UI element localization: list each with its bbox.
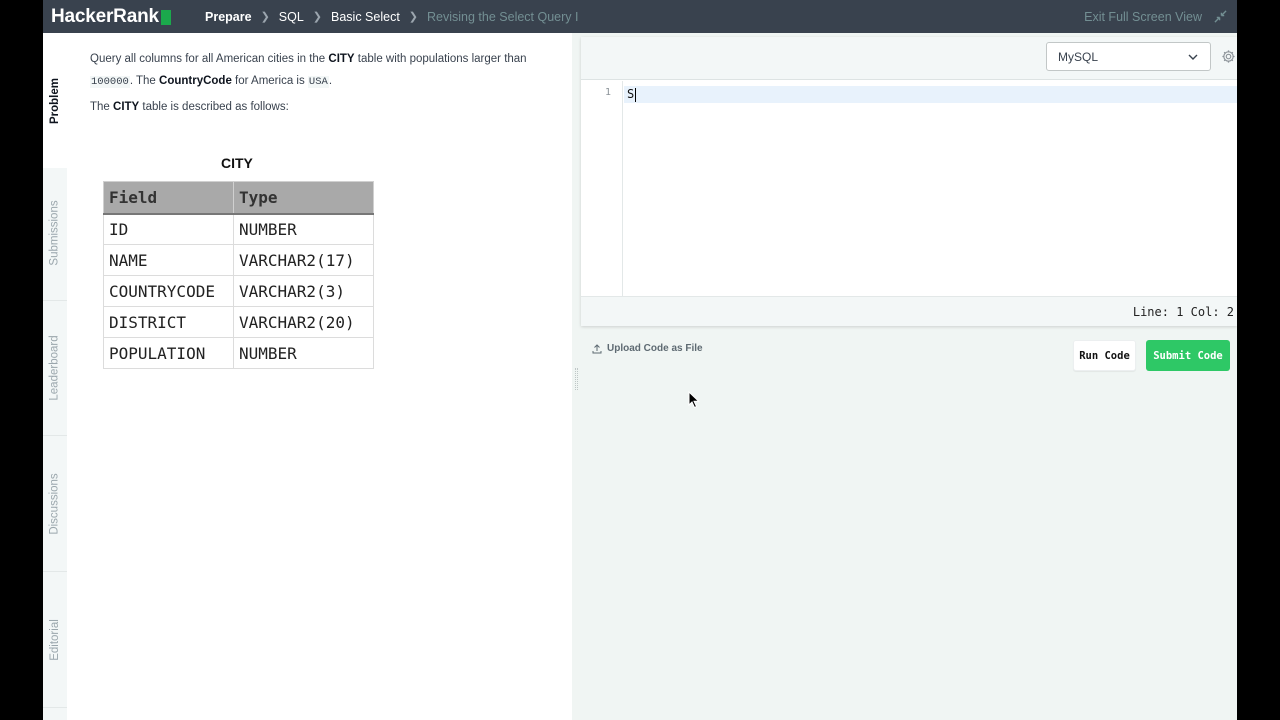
type-cell: VARCHAR2(17): [233, 244, 374, 276]
tab-label: Leaderboard: [49, 335, 62, 401]
type-cell: NUMBER: [233, 337, 374, 369]
tab-discussions[interactable]: Discussions: [43, 437, 67, 572]
breadcrumb-prepare[interactable]: Prepare: [205, 10, 252, 24]
logo-text: HackerRank: [51, 6, 159, 27]
language-value: MySQL: [1058, 49, 1099, 64]
upload-label: Upload Code as File: [607, 343, 703, 354]
field-cell: DISTRICT: [103, 306, 234, 338]
mouse-pointer-icon: [688, 391, 700, 409]
breadcrumb: Prepare ❯ SQL ❯ Basic Select ❯ Revising …: [205, 0, 578, 33]
line-number: 1: [604, 87, 611, 98]
field-cell: NAME: [103, 244, 234, 276]
code-area[interactable]: 1 S: [581, 81, 1237, 296]
tab-label: Discussions: [49, 473, 62, 535]
chevron-down-icon: [1188, 54, 1198, 60]
code-line[interactable]: S: [627, 86, 637, 103]
language-select[interactable]: MySQL: [1046, 42, 1211, 71]
code-editor-panel: MySQL 1 S Line: 1 Col: 2: [581, 37, 1237, 326]
city-schema-table: Field Type ID NUMBER NAME VARCHAR2(17) COU…: [103, 181, 374, 369]
type-cell: NUMBER: [233, 213, 374, 245]
problem-description: Query all columns for all American citie…: [90, 53, 527, 88]
tab-label: Submissions: [49, 200, 62, 266]
pane-resize-handle[interactable]: [575, 368, 578, 390]
vertical-tabs: Problem Submissions Leaderboard Discussi…: [43, 33, 67, 720]
hackerrank-logo[interactable]: HackerRank: [51, 6, 171, 28]
table-title: CITY: [221, 155, 253, 171]
breadcrumb-sql[interactable]: SQL: [279, 10, 304, 24]
cursor-position: Line: 1 Col: 2: [1132, 305, 1234, 319]
active-line-highlight: [624, 86, 1237, 103]
tab-label: Editorial: [49, 619, 61, 661]
code-pane: MySQL 1 S Line: 1 Col: 2 Upload Code as …: [572, 33, 1237, 720]
table-intro: The CITY table is described as follows:: [90, 101, 289, 113]
chevron-right-icon: ❯: [408, 11, 419, 23]
logo-mark: [160, 10, 171, 25]
top-bar: HackerRank Prepare ❯ SQL ❯ Basic Select …: [43, 0, 1237, 33]
breadcrumb-basic-select[interactable]: Basic Select: [331, 10, 400, 24]
breadcrumb-current: Revising the Select Query I: [427, 9, 579, 24]
app-window: HackerRank Prepare ❯ SQL ❯ Basic Select …: [43, 0, 1237, 720]
problem-statement: Query all columns for all American citie…: [67, 33, 572, 720]
field-cell: COUNTRYCODE: [103, 275, 234, 307]
tab-label: Problem: [49, 77, 62, 124]
table-row: DISTRICT VARCHAR2(20): [103, 306, 374, 338]
table-row: POPULATION NUMBER: [103, 337, 374, 369]
line-gutter: 1: [581, 81, 623, 296]
table-row: NAME VARCHAR2(17): [103, 244, 374, 276]
field-cell: POPULATION: [103, 337, 234, 369]
gear-icon[interactable]: [1221, 49, 1236, 64]
tab-submissions[interactable]: Submissions: [43, 166, 67, 301]
type-cell: VARCHAR2(20): [233, 306, 374, 338]
upload-code-link[interactable]: Upload Code as File: [592, 343, 703, 354]
exit-fullscreen-link[interactable]: Exit Full Screen View: [1084, 0, 1202, 33]
exit-fullscreen-icon[interactable]: [1214, 10, 1227, 23]
table-row: ID NUMBER: [103, 213, 374, 245]
column-header: Field: [103, 181, 234, 215]
chevron-right-icon: ❯: [312, 11, 323, 23]
table-header-row: Field Type: [103, 181, 374, 215]
editor-header: MySQL: [581, 37, 1237, 80]
tab-editorial[interactable]: Editorial: [43, 573, 67, 708]
type-cell: VARCHAR2(3): [233, 275, 374, 307]
field-cell: ID: [103, 213, 234, 245]
text-cursor: [635, 87, 637, 102]
editor-status-bar: Line: 1 Col: 2: [581, 296, 1237, 326]
tab-leaderboard[interactable]: Leaderboard: [43, 301, 67, 436]
run-code-button[interactable]: Run Code: [1073, 340, 1136, 371]
submit-code-button[interactable]: Submit Code: [1146, 340, 1230, 371]
code-content: S: [627, 87, 635, 101]
upload-icon: [592, 343, 602, 353]
chevron-right-icon: ❯: [260, 11, 270, 23]
table-row: COUNTRYCODE VARCHAR2(3): [103, 275, 374, 307]
tab-problem[interactable]: Problem: [43, 33, 67, 168]
column-header: Type: [233, 181, 374, 215]
